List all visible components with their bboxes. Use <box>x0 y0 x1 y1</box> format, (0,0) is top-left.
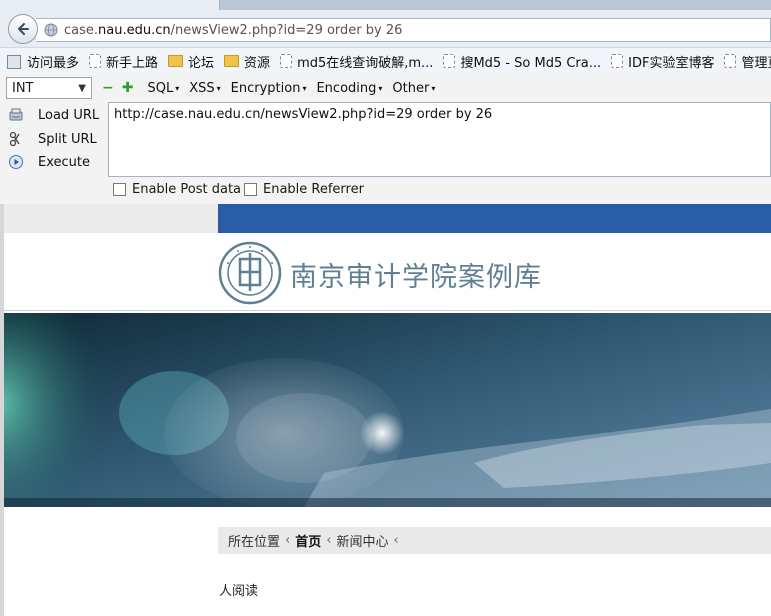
increase-icon[interactable]: ✚ <box>122 80 134 96</box>
type-select[interactable]: INT ▼ <box>6 77 92 99</box>
tab-edge <box>0 0 220 10</box>
hackbar-panel: Load URL Split URL Execute http://case.n… <box>0 102 771 204</box>
menu-label: SQL <box>147 80 174 96</box>
scissors-icon <box>9 131 20 147</box>
top-nav-bar <box>218 204 771 233</box>
folder-icon <box>224 55 240 67</box>
top-bar-gray <box>4 204 218 233</box>
bookmark-label: 资源 <box>244 55 271 71</box>
menu-encryption[interactable]: Encryption ▾ <box>231 81 307 96</box>
execute-button[interactable]: Execute <box>8 152 90 172</box>
play-icon <box>9 155 23 169</box>
decrease-icon[interactable]: − <box>102 80 114 96</box>
chevron-down-icon: ▼ <box>78 82 86 94</box>
globe-icon <box>44 23 58 37</box>
breadcrumb-home-link[interactable]: 首页 <box>295 531 321 550</box>
checkbox-box[interactable] <box>113 183 126 196</box>
breadcrumb-news-link[interactable]: 新闻中心 <box>336 531 388 550</box>
bookmark-getting-started[interactable]: 新手上路 <box>89 52 158 71</box>
page-content: 南京审计学院案例库 所在位置 ‹ 首页 ‹ 新闻中心 ‹ 人阅读 <box>0 204 771 616</box>
menu-label: XSS <box>189 80 215 96</box>
chevron-left-icon: ‹ <box>285 533 291 548</box>
split-url-button[interactable]: Split URL <box>8 129 97 149</box>
star-page-icon <box>6 54 22 69</box>
page-icon <box>89 54 102 68</box>
checkbox-label: Enable Post data <box>132 182 242 197</box>
hackbar-toolbar: INT ▼ − ✚ SQL ▾ XSS ▾ Encryption ▾ Encoding… <box>0 74 771 102</box>
load-url-icon <box>9 108 23 121</box>
menu-label: Encoding <box>316 80 377 96</box>
menu-label: Encryption <box>230 80 301 96</box>
url-domain: nau.edu.cn <box>98 22 171 38</box>
dropdown-arrow-icon: ▾ <box>431 83 436 93</box>
dropdown-arrow-icon: ▾ <box>216 83 221 93</box>
bookmark-label: 搜Md5 - So Md5 Cra... <box>460 55 602 71</box>
menu-encoding[interactable]: Encoding ▾ <box>316 81 382 96</box>
type-select-value: INT <box>12 80 34 96</box>
bookmark-resources[interactable]: 资源 <box>224 52 270 71</box>
chevron-left-icon: ‹ <box>326 533 332 548</box>
menu-other[interactable]: Other ▾ <box>392 81 435 96</box>
url-path: /newsView2.php?id=29 order by 26 <box>170 22 403 38</box>
url-prefix: case. <box>64 22 99 38</box>
bookmark-most-visited[interactable]: 访问最多 <box>6 52 79 71</box>
read-count-text: 人阅读 <box>219 584 259 599</box>
dropdown-arrow-icon: ▾ <box>378 83 383 93</box>
dropdown-arrow-icon: ▾ <box>175 83 180 93</box>
menu-xss[interactable]: XSS ▾ <box>189 81 220 96</box>
execute-label: Execute <box>38 154 90 170</box>
breadcrumb: 所在位置 ‹ 首页 ‹ 新闻中心 ‹ <box>218 527 771 554</box>
breadcrumb-location-label: 所在位置 <box>228 535 281 550</box>
navigation-bar: case. nau.edu.cn/newsView2.php?id=29 orde… <box>0 10 771 48</box>
chevron-left-icon: ‹ <box>393 533 399 548</box>
bookmark-admin-page[interactable]: 管理页面-公众 <box>724 52 771 71</box>
bookmark-label: 管理页面-公众 <box>741 55 771 71</box>
site-title: 南京审计学院案例库 <box>290 262 542 293</box>
bookmark-label: md5在线查询破解,m... <box>297 55 434 71</box>
page-icon <box>724 54 737 68</box>
enable-post-data-checkbox[interactable]: Enable Post data <box>113 182 241 197</box>
bookmark-label: 访问最多 <box>27 55 80 71</box>
folder-icon <box>168 55 184 67</box>
bookmark-idf-blog[interactable]: IDF实验室博客 <box>611 52 714 71</box>
load-url-label: Load URL <box>38 107 100 123</box>
bookmark-so-md5[interactable]: 搜Md5 - So Md5 Cra... <box>443 52 601 71</box>
site-header: 南京审计学院案例库 <box>4 233 771 311</box>
address-bar[interactable]: case. nau.edu.cn/newsView2.php?id=29 orde… <box>36 18 771 42</box>
page-icon <box>280 54 293 68</box>
dropdown-arrow-icon: ▾ <box>302 83 307 93</box>
checkbox-label: Enable Referrer <box>263 182 364 197</box>
window-top-strip <box>0 0 771 10</box>
checkbox-box[interactable] <box>244 183 257 196</box>
bookmark-label: IDF实验室博客 <box>628 55 715 71</box>
enable-referrer-checkbox[interactable]: Enable Referrer <box>244 182 364 197</box>
split-url-label: Split URL <box>38 131 97 147</box>
menu-sql[interactable]: SQL ▾ <box>147 81 179 96</box>
bookmark-forum[interactable]: 论坛 <box>168 52 214 71</box>
back-arrow-icon <box>18 23 29 35</box>
bookmark-label: 论坛 <box>188 55 215 71</box>
bookmarks-bar: 访问最多 新手上路 论坛 资源 md5在线查询破解,m... 搜Md5 - So… <box>0 48 771 74</box>
load-url-button[interactable]: Load URL <box>8 105 99 125</box>
bookmark-label: 新手上路 <box>106 55 159 71</box>
bookmark-md5-online[interactable]: md5在线查询破解,m... <box>280 52 433 71</box>
menu-label: Other <box>392 80 430 96</box>
page-icon <box>443 54 456 68</box>
page-icon <box>611 54 624 68</box>
university-seal-logo[interactable] <box>218 241 282 305</box>
url-textarea[interactable]: http://case.nau.edu.cn/newsView2.php?id=… <box>108 102 771 177</box>
back-button[interactable] <box>8 14 38 44</box>
banner-image <box>4 313 771 507</box>
